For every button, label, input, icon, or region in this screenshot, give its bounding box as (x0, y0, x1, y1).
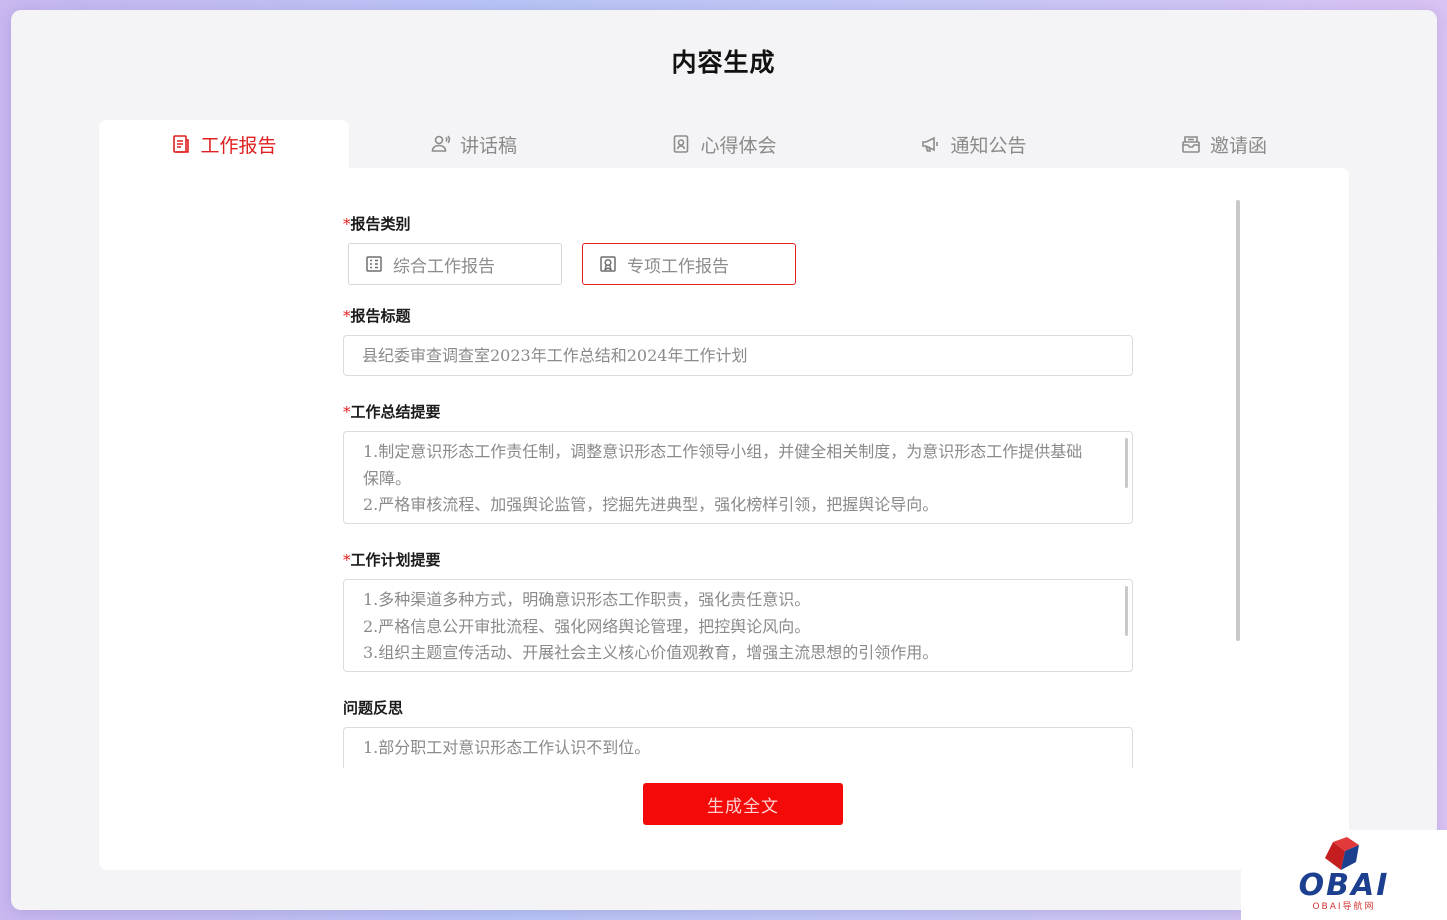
logo-subtext: OBAI导航网 (1312, 902, 1376, 912)
text-line: 1.制定意识形态工作责任制，调整意识形态工作领导小组，并健全相关制度，为意识形态… (363, 442, 1083, 488)
plan-textarea[interactable]: 1.多种渠道多种方式，明确意识形态工作职责，强化责任意识。 2.严格信息公开审批… (343, 579, 1133, 672)
tab-label: 心得体会 (700, 134, 777, 157)
option-label: 综合工作报告 (393, 256, 495, 277)
tab-label: 通知公告 (950, 134, 1027, 157)
textarea-scrollbar[interactable] (1125, 586, 1128, 636)
tab-speech[interactable]: 讲话稿 (349, 120, 599, 168)
text-line: 2.严格信息公开审批流程、强化网络舆论管理，把控舆论风向。 (363, 616, 811, 636)
logo-text: OBAI (1298, 868, 1390, 903)
reflection-textarea[interactable]: 1.部分职工对意识形态工作认识不到位。 (343, 727, 1133, 768)
cube-logo-icon (1325, 837, 1359, 870)
speaker-person-icon (431, 134, 451, 154)
tab-invitation[interactable]: 邀请函 (1099, 120, 1349, 168)
form-area[interactable]: *报告类别 综合工作报告 专项工作报告 *报告标题 县纪委审查调查室2023年工… (343, 200, 1133, 768)
option-label: 专项工作报告 (627, 256, 729, 277)
badge-icon (599, 255, 617, 273)
summary-textarea[interactable]: 1.制定意识形态工作责任制，调整意识形态工作领导小组，并健全相关制度，为意识形态… (343, 431, 1133, 524)
text-line: 1.多种渠道多种方式，明确意识形态工作职责，强化责任意识。 (363, 590, 811, 609)
tab-label: 讲话稿 (459, 134, 517, 157)
general-report-option[interactable]: 综合工作报告 (348, 243, 562, 285)
megaphone-icon (921, 134, 941, 154)
page-title: 内容生成 (671, 48, 776, 77)
text-line: 2.严格审核流程、加强舆论监管，挖掘先进典型，强化榜样引领，把握舆论导向。 (363, 495, 939, 514)
reflection-label: 问题反思 (343, 699, 404, 717)
tab-label: 邀请函 (1209, 134, 1267, 157)
tab-work-report[interactable]: 工作报告 (99, 120, 349, 168)
special-report-option[interactable]: 专项工作报告 (582, 243, 796, 285)
plan-label: *工作计划提要 (343, 551, 441, 569)
tab-notice[interactable]: 通知公告 (849, 120, 1099, 168)
report-title-input[interactable]: 县纪委审查调查室2023年工作总结和2024年工作计划 (343, 335, 1133, 376)
document-icon (171, 134, 191, 154)
text-line: 1.部分职工对意识形态工作认识不到位。 (363, 738, 651, 757)
text-line: 3.组织主题宣传活动、开展社会主义核心价值观教育，增强主流思想的引领作用。 (363, 643, 939, 662)
tab-reflections[interactable]: 心得体会 (599, 120, 849, 168)
building-icon (365, 255, 383, 273)
report-type-label: *报告类别 (343, 215, 411, 233)
content-type-tabs: 工作报告 讲话稿 心得体会 通知公告 邀请函 (99, 120, 1349, 168)
form-scrollbar[interactable] (1236, 200, 1240, 641)
tab-label: 工作报告 (200, 134, 277, 157)
generate-full-text-button[interactable]: 生成全文 (643, 783, 843, 825)
report-title-label: *报告标题 (343, 307, 411, 325)
site-logo: OBAI OBAI导航网 (1241, 830, 1447, 920)
envelope-icon (1181, 134, 1201, 154)
summary-label: *工作总结提要 (343, 403, 441, 421)
textarea-scrollbar[interactable] (1125, 438, 1128, 488)
notebook-icon (671, 134, 691, 154)
